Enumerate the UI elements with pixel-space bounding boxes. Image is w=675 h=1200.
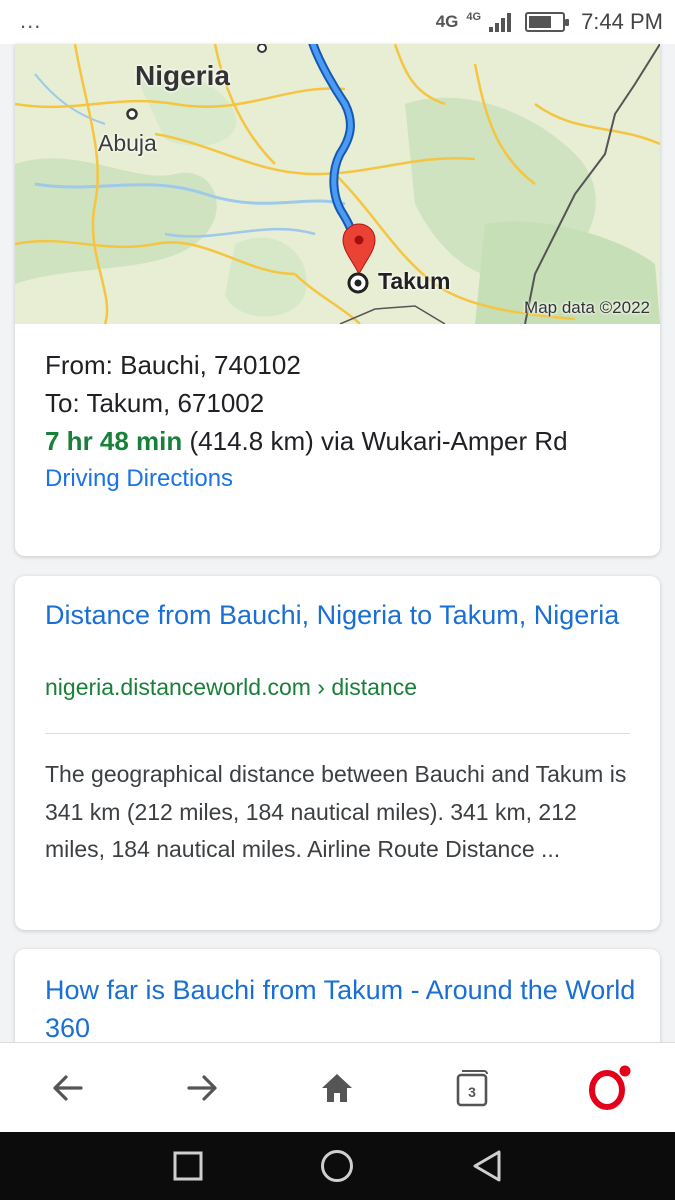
directions-summary: From: Bauchi, 740102 To: Takum, 671002 7…: [45, 346, 635, 498]
directions-card: Nigeria Abuja Takum Map data ©2022 From:…: [15, 44, 660, 556]
home-icon: [322, 1074, 352, 1102]
arrow-left-icon: [53, 1075, 83, 1101]
square-icon: [173, 1151, 203, 1181]
circle-icon: [321, 1150, 353, 1182]
system-navigation-bar: [0, 1132, 675, 1200]
travel-duration: 7 hr 48 min: [45, 426, 183, 456]
battery-level: [529, 16, 552, 28]
tab-count: 3: [468, 1084, 476, 1100]
travel-distance-via: (414.8 km) via Wukari-Amper Rd: [182, 426, 568, 456]
driving-directions-link[interactable]: Driving Directions: [45, 460, 635, 498]
system-home-button[interactable]: [317, 1146, 357, 1186]
network-type-secondary-label: 4G: [466, 11, 482, 23]
opera-logo-icon: [589, 1065, 631, 1110]
menu-button[interactable]: [586, 1065, 632, 1111]
home-button[interactable]: [314, 1065, 360, 1111]
browser-toolbar: 3: [0, 1042, 675, 1132]
clock: 7:44 PM: [581, 9, 663, 34]
signal-icon: [489, 12, 512, 32]
map-graphic: [15, 44, 660, 324]
result-title-link[interactable]: How far is Bauchi from Takum - Around th…: [45, 971, 645, 1047]
result-url[interactable]: nigeria.distanceworld.com › distance: [45, 674, 417, 701]
status-icons: 4G 4G 7:44 PM: [436, 6, 663, 38]
system-back-button[interactable]: [467, 1146, 507, 1186]
notification-dots: ...: [20, 8, 42, 33]
back-button[interactable]: [45, 1065, 91, 1111]
directions-duration-line: 7 hr 48 min (414.8 km) via Wukari-Amper …: [45, 422, 635, 460]
map-attribution: Map data ©2022: [524, 298, 650, 317]
search-result-card: Distance from Bauchi, Nigeria to Takum, …: [15, 576, 660, 930]
network-type-label: 4G: [435, 12, 459, 31]
directions-to: To: Takum, 671002: [45, 388, 265, 418]
map-city-label: Abuja: [98, 130, 157, 156]
triangle-back-icon: [473, 1150, 501, 1182]
tabs-button[interactable]: 3: [449, 1065, 495, 1111]
result-snippet: The geographical distance between Bauchi…: [45, 761, 627, 862]
divider: [45, 733, 630, 734]
result-title-link[interactable]: Distance from Bauchi, Nigeria to Takum, …: [45, 596, 635, 634]
map-country-label: Nigeria: [135, 60, 230, 91]
route-map[interactable]: Nigeria Abuja Takum Map data ©2022: [15, 44, 660, 324]
directions-from: From: Bauchi, 740102: [45, 350, 301, 380]
map-destination-label: Takum: [378, 268, 451, 294]
forward-button[interactable]: [179, 1065, 225, 1111]
status-bar: ... 4G 4G 7:44 PM: [0, 0, 675, 44]
recents-button[interactable]: [168, 1146, 208, 1186]
arrow-right-icon: [187, 1075, 217, 1101]
battery-icon: [525, 12, 570, 32]
